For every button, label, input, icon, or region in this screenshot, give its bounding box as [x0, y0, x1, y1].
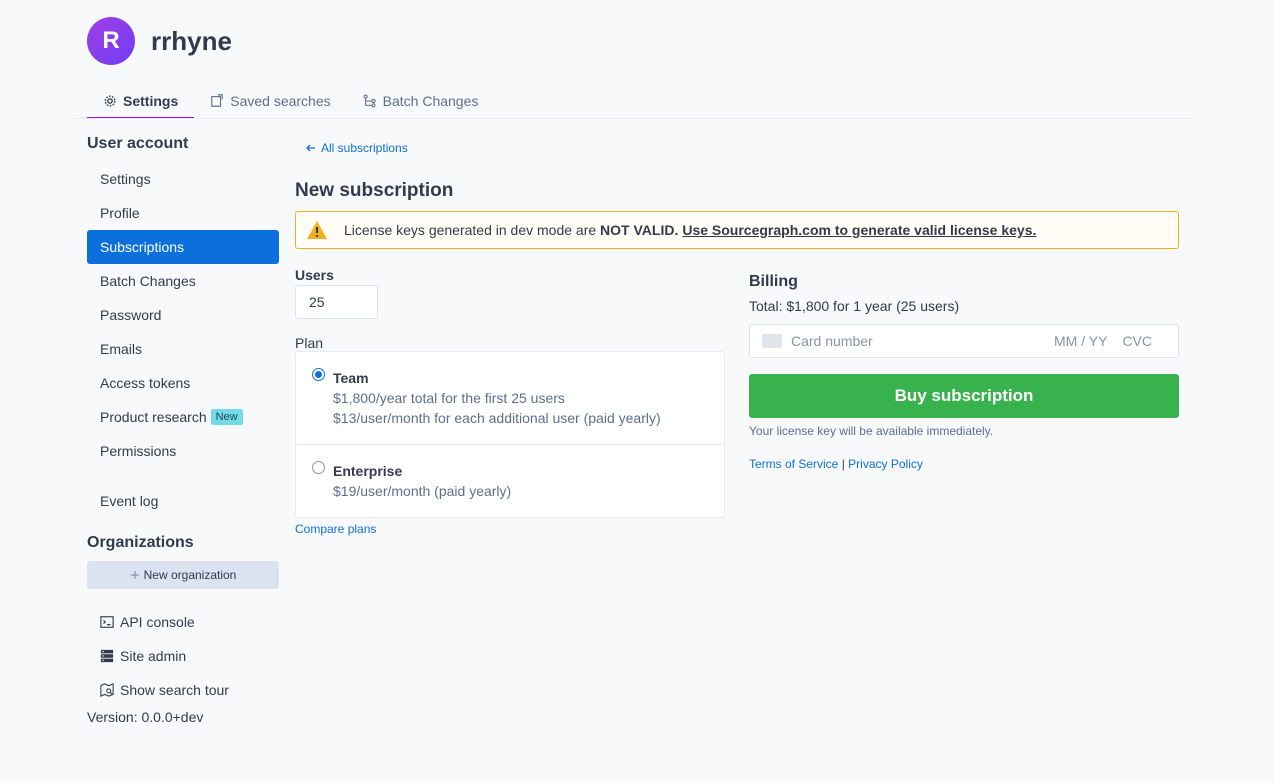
cvc-placeholder: CVC [1122, 333, 1152, 349]
plan-team-line: $13/user/month for each additional user … [333, 410, 661, 426]
plan-enterprise-line: $19/user/month (paid yearly) [333, 483, 512, 499]
plan-enterprise-name: Enterprise [333, 463, 403, 479]
gear-icon [104, 95, 116, 106]
sidebar-item-batch-changes[interactable]: Batch Changes [87, 264, 279, 298]
sidebar-item-label: Batch Changes [100, 273, 196, 289]
license-note: Your license key will be available immed… [749, 424, 994, 438]
billing-total: Total: $1,800 for 1 year (25 users) [749, 298, 960, 314]
compare-plans-link[interactable]: Compare plans [295, 522, 376, 536]
sidebar-item-password[interactable]: Password [87, 298, 279, 332]
page-title: New subscription [295, 180, 454, 201]
buy-subscription-button[interactable]: Buy subscription [749, 374, 1179, 418]
tab-label: Batch Changes [382, 93, 479, 109]
alert-text: License keys generated in dev mode are [344, 222, 601, 238]
buy-label: Buy subscription [894, 386, 1034, 405]
sidebar-item-settings[interactable]: Settings [87, 162, 279, 196]
tab-divider [74, 118, 1192, 119]
sidebar-item-label: Password [100, 307, 162, 323]
plan-team-radio[interactable] [312, 368, 325, 381]
all-subscriptions-link[interactable]: All subscriptions [305, 141, 408, 155]
plan-divider [296, 444, 724, 445]
plan-label: Plan [295, 335, 324, 351]
sidebar-item-label: Event log [100, 493, 159, 509]
sidebar-item-product-research[interactable]: Product research New [87, 400, 279, 434]
tab-batch-changes[interactable]: Batch Changes [347, 84, 495, 118]
new-badge: New [210, 409, 243, 425]
sidebar-item-label: Profile [100, 205, 140, 221]
alert-link[interactable]: Use Sourcegraph.com to generate valid li… [682, 222, 1036, 238]
dev-mode-alert: License keys generated in dev mode are N… [295, 211, 1179, 249]
credit-card-icon [762, 334, 782, 348]
sidebar-item-label: API console [120, 614, 195, 630]
warning-icon [307, 221, 327, 239]
version-text: Version: 0.0.0+dev [87, 709, 204, 725]
sidebar-item-label: Settings [100, 171, 151, 187]
plan-team-line: $1,800/year total for the first 25 users [333, 390, 565, 406]
sidebar-item-label: Site admin [120, 648, 187, 664]
alert-bold: NOT VALID. [600, 222, 679, 238]
map-search-icon [100, 683, 114, 697]
new-organization-label: New organization [143, 568, 237, 582]
sidebar-heading-organizations: Organizations [87, 534, 194, 551]
sidebar-item-label: Subscriptions [100, 239, 185, 255]
avatar[interactable]: R [87, 17, 135, 65]
arrow-left-icon [306, 144, 315, 152]
terminal-icon [100, 616, 114, 628]
users-label: Users [295, 267, 334, 283]
sidebar-item-emails[interactable]: Emails [87, 332, 279, 366]
privacy-link[interactable]: Privacy Policy [848, 457, 923, 471]
tab-settings[interactable]: Settings [87, 84, 195, 119]
username: rrhyne [151, 26, 232, 56]
sidebar-item-label: Emails [100, 341, 143, 357]
sidebar-item-permissions[interactable]: Permissions [87, 434, 279, 468]
terms-link[interactable]: Terms of Service [749, 457, 838, 471]
legal-separator: | [841, 457, 845, 471]
sidebar-heading-user-account: User account [87, 135, 189, 152]
sidebar-item-profile[interactable]: Profile [87, 196, 279, 230]
tab-label: Settings [123, 92, 179, 109]
sidebar-item-api-console[interactable]: API console [87, 605, 279, 639]
tab-bar: Settings Saved searches Batch Changes [87, 84, 494, 119]
sidebar-item-label: Permissions [100, 443, 177, 459]
plan-enterprise-radio[interactable] [312, 461, 325, 474]
sidebar-item-site-admin[interactable]: Site admin [87, 639, 279, 673]
card-number-placeholder: Card number [791, 333, 873, 349]
batch-changes-icon [363, 94, 376, 108]
users-value: 25 [309, 294, 325, 310]
sidebar-item-subscriptions[interactable]: Subscriptions [87, 230, 279, 264]
plan-team-name: Team [333, 370, 369, 386]
sidebar-item-event-log[interactable]: Event log [87, 484, 279, 518]
sidebar-item-search-tour[interactable]: Show search tour [87, 673, 279, 707]
server-icon [100, 649, 114, 663]
sidebar-item-access-tokens[interactable]: Access tokens [87, 366, 279, 400]
billing-heading: Billing [749, 273, 798, 290]
sidebar-item-label: Show search tour [120, 682, 229, 698]
sidebar-item-label: Access tokens [100, 375, 191, 391]
avatar-initial: R [102, 27, 120, 54]
sidebar-item-label: Product research [100, 409, 207, 425]
card-input[interactable]: Card number MM / YY CVC [749, 324, 1179, 358]
back-link-label: All subscriptions [321, 141, 408, 155]
legal-links: Terms of Service | Privacy Policy [749, 457, 923, 471]
plus-icon [130, 571, 139, 579]
tab-label: Saved searches [230, 93, 331, 109]
users-input[interactable]: 25 [295, 285, 378, 319]
tab-saved-searches[interactable]: Saved searches [194, 84, 346, 118]
expiry-placeholder: MM / YY [1054, 333, 1108, 349]
saved-search-icon [211, 94, 224, 107]
new-organization-button[interactable]: New organization [87, 561, 279, 589]
